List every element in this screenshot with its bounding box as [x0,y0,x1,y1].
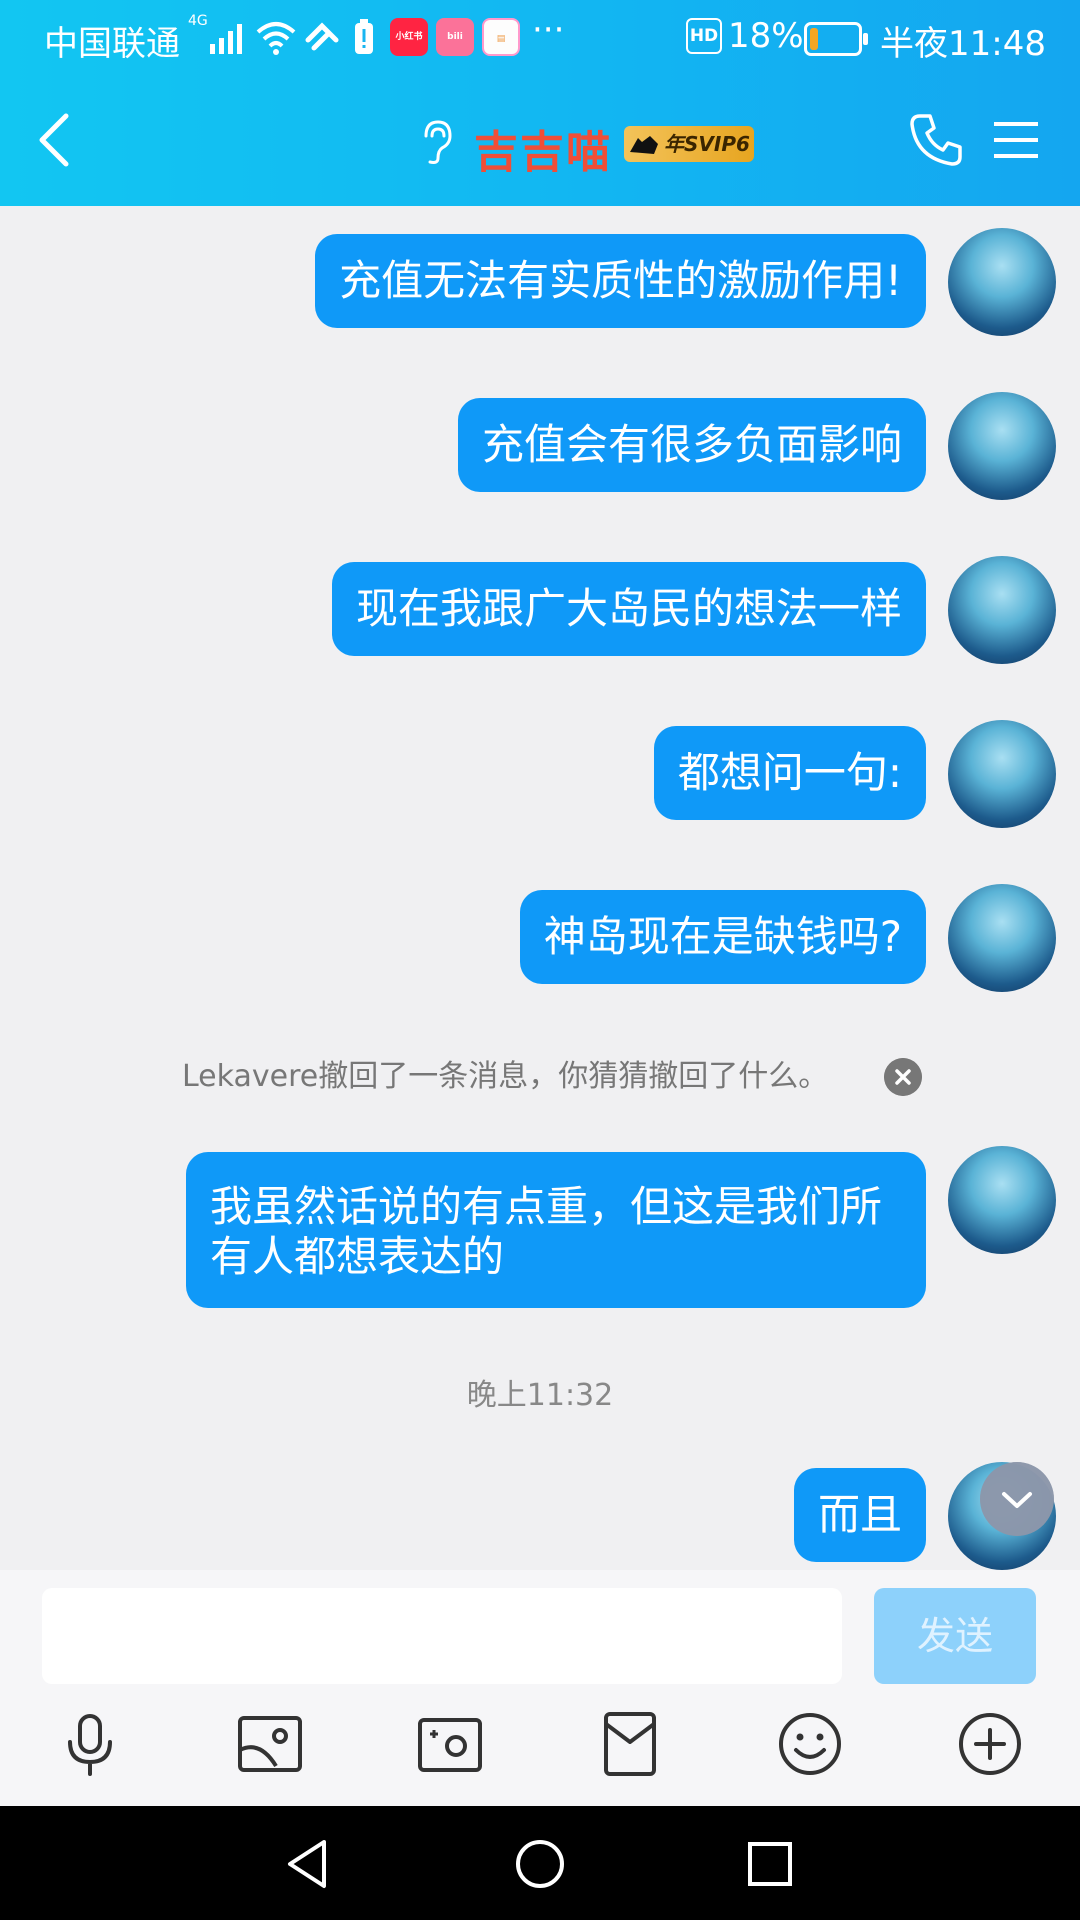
nav-home-icon[interactable] [512,1836,568,1892]
chat-title[interactable]: 吉吉喵 [474,116,612,180]
avatar[interactable] [948,392,1056,500]
network-type-label: 4G [188,13,208,29]
avatar[interactable] [948,884,1056,992]
image-icon[interactable] [236,1710,304,1778]
earpiece-mode-icon[interactable] [418,118,454,166]
box-app-icon: ▤ [482,18,520,56]
signal-icon [210,24,242,54]
scroll-down-icon[interactable] [980,1462,1054,1536]
microphone-icon[interactable] [56,1710,124,1778]
svip-badge: 年SVIP6 [624,126,754,162]
message-bubble[interactable]: 都想问一句: [653,726,926,820]
carrier-label: 中国联通 [44,24,180,64]
camera-icon[interactable] [416,1710,484,1778]
avatar[interactable] [948,1146,1056,1254]
nav-back-icon[interactable] [280,1836,336,1892]
menu-icon[interactable] [992,118,1040,162]
bilibili-app-icon: bili [436,18,474,56]
data-saver-icon [305,22,339,51]
plus-icon[interactable] [956,1710,1024,1778]
message-bubble[interactable]: 现在我跟广大岛民的想法一样 [331,562,926,656]
nav-recents-icon[interactable] [742,1836,798,1892]
message-input[interactable] [42,1588,842,1684]
recall-notice: Lekavere撤回了一条消息，你猜猜撤回了什么。 [0,1052,1080,1102]
header: 中国联通 4G 小红书 bili ▤ ··· HD 18% 半夜11:48 吉吉… [0,0,1080,206]
phone-icon[interactable] [908,112,964,168]
timestamp: 晚上11:32 [466,1378,614,1413]
emoji-icon[interactable] [776,1710,844,1778]
battery-icon [804,22,868,56]
avatar[interactable] [948,720,1056,828]
hd-icon: HD [686,18,722,54]
message-bubble[interactable]: 神岛现在是缺钱吗? [519,890,926,984]
avatar[interactable] [948,556,1056,664]
title-bar: 吉吉喵 年SVIP6 [0,80,1080,206]
send-button[interactable]: 发送 [874,1588,1036,1684]
wifi-icon [256,22,296,55]
battery-percent: 18% [728,16,804,56]
chat-messages[interactable]: 充值无法有实质性的激励作用! 充值会有很多负面影响 现在我跟广大岛民的想法一样 … [0,206,1080,1570]
xiaohongshu-app-icon: 小红书 [390,18,428,56]
red-packet-icon[interactable] [596,1710,664,1778]
input-bar: 发送 [0,1570,1080,1806]
svip-label: 年SVIP6 [664,132,750,156]
message-bubble[interactable]: 而且 [793,1468,926,1562]
clock: 半夜11:48 [880,24,1046,64]
status-bar: 中国联通 4G 小红书 bili ▤ ··· HD 18% 半夜11:48 [0,0,1080,80]
cat-icon [630,136,658,154]
recall-notice-text: Lekavere撤回了一条消息，你猜猜撤回了什么。 [182,1059,829,1094]
avatar[interactable] [948,228,1056,336]
message-bubble[interactable]: 充值会有很多负面影响 [457,398,926,492]
back-icon[interactable] [30,108,80,172]
system-nav-bar [0,1806,1080,1920]
more-notifications-icon: ··· [532,10,565,50]
close-icon[interactable] [884,1058,922,1096]
message-bubble[interactable]: 充值无法有实质性的激励作用! [315,234,926,328]
battery-alert-icon [355,19,373,54]
message-bubble[interactable]: 我虽然话说的有点重，但这是我们所有人都想表达的 [186,1152,926,1308]
